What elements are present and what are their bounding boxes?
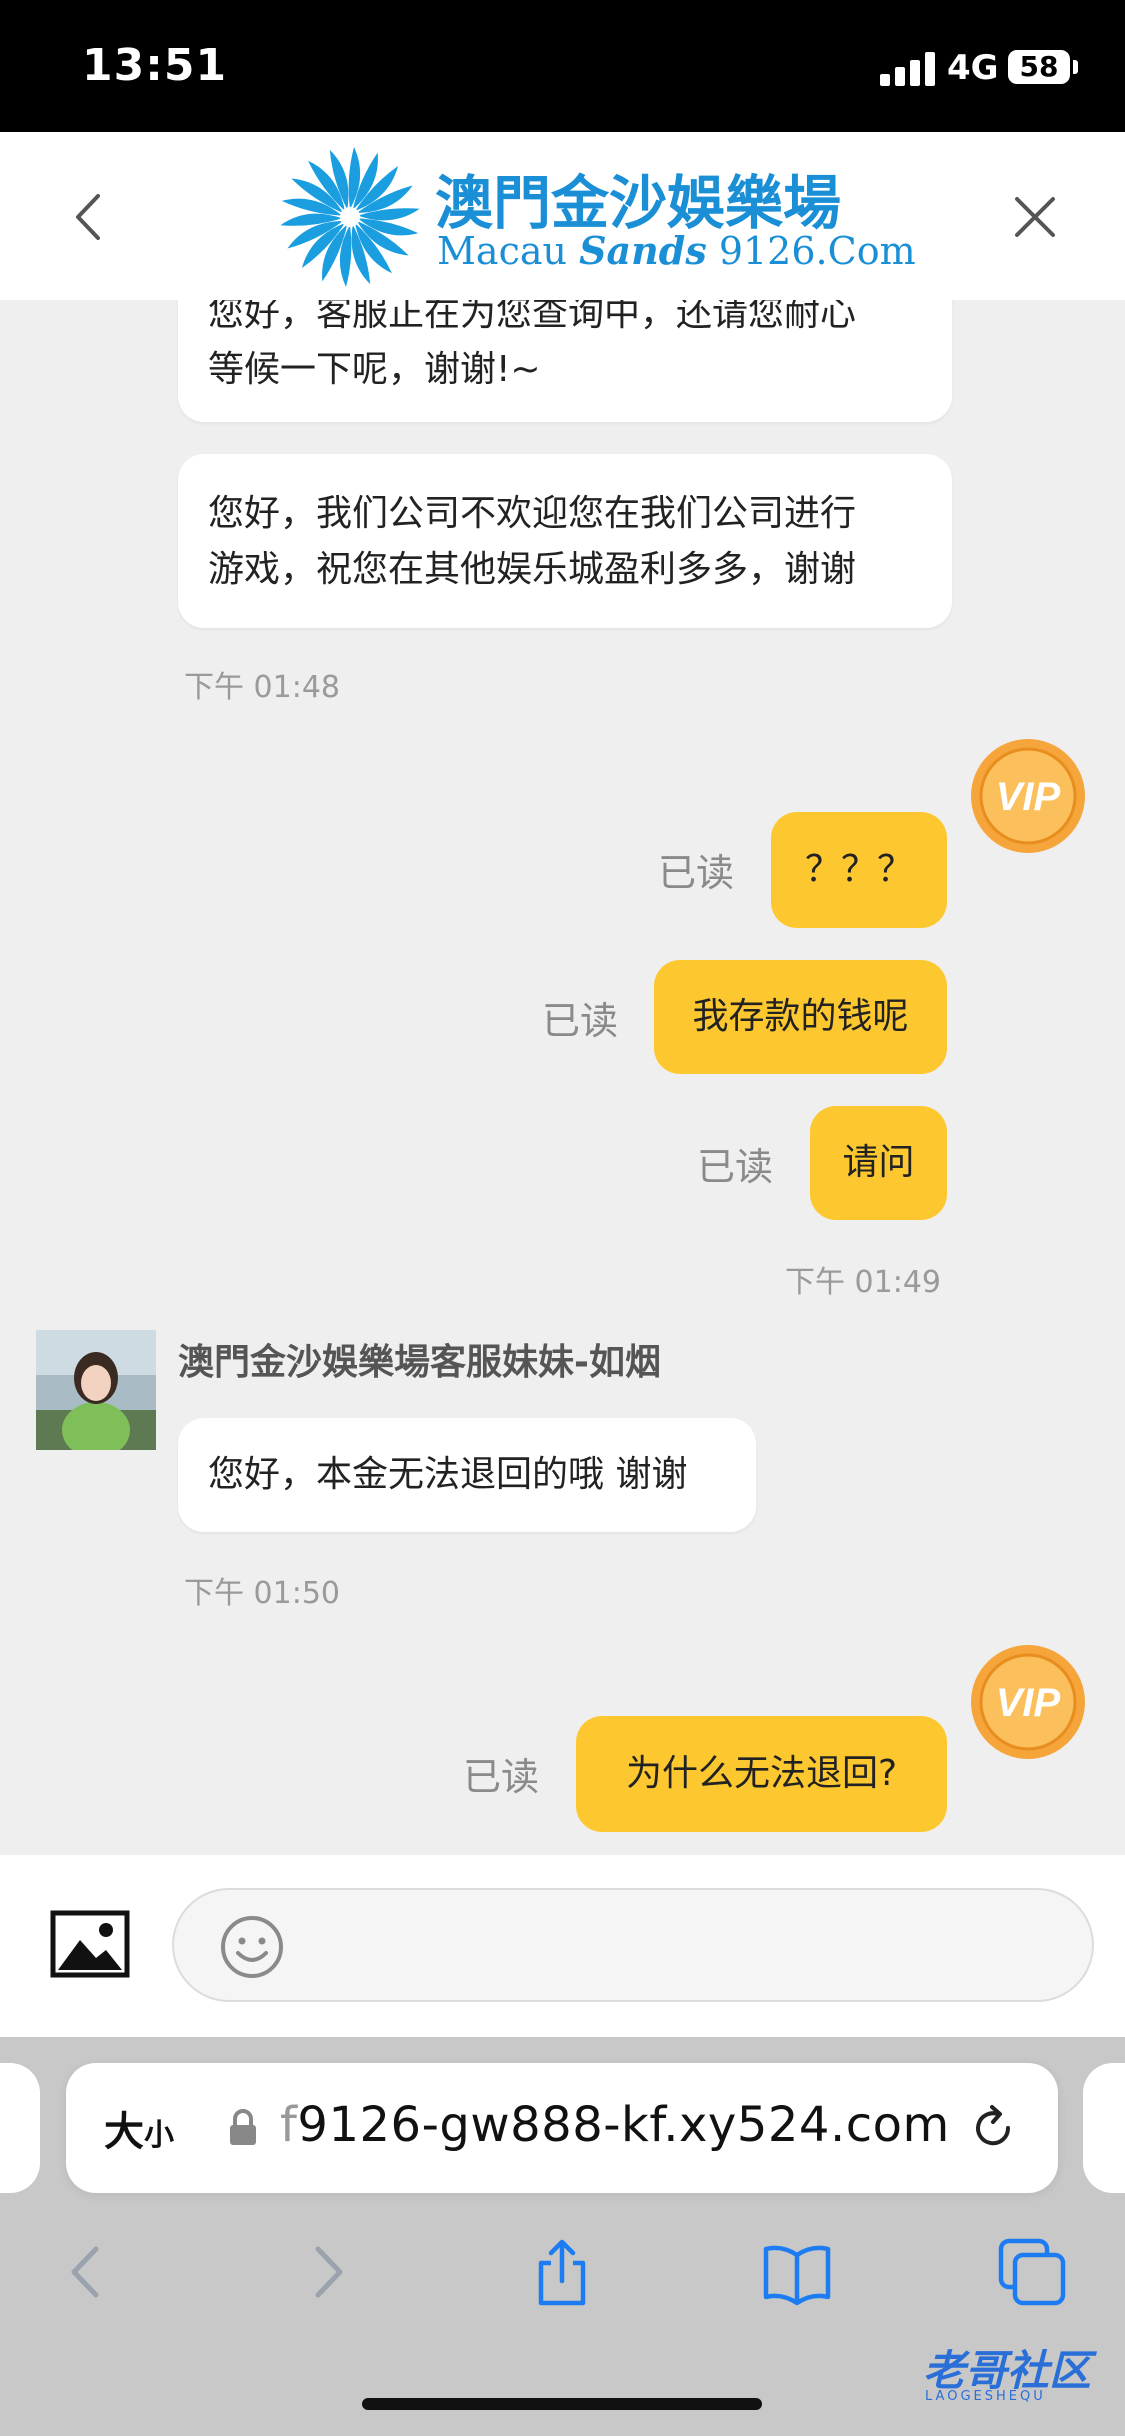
url-domain: 9126-gw888-kf.xy524.com xyxy=(297,2097,950,2153)
previous-tab-peek[interactable] xyxy=(0,2063,40,2193)
url-text: f9126-gw888-kf.xy524.com xyxy=(280,2097,950,2153)
text-size-button[interactable]: 大小 xyxy=(104,2099,174,2157)
signal-icon xyxy=(880,52,935,86)
read-receipt: 已读 xyxy=(542,999,619,1043)
vip-label: VIP xyxy=(996,775,1061,819)
outgoing-message: 请问 xyxy=(810,1106,947,1220)
status-bar: 13:51 4G 58 xyxy=(0,0,1125,132)
message-line: 游戏，祝您在其他娱乐城盈利多多，谢谢 xyxy=(208,549,857,590)
sun-logo-icon xyxy=(280,147,420,287)
read-receipt: 已读 xyxy=(697,1145,774,1189)
logo-sub-brand: Sands xyxy=(579,228,707,273)
message-timestamp: 下午 01:50 xyxy=(184,1576,340,1611)
image-upload-icon[interactable] xyxy=(50,1910,130,1978)
watermark-subtext: LAOGESHEQU xyxy=(925,2389,1046,2404)
message-line: 您好，客服正在为您查询中，还请您耐心 xyxy=(208,300,857,334)
read-receipt: 已读 xyxy=(463,1755,540,1799)
status-time: 13:51 xyxy=(82,40,228,91)
address-bar[interactable]: 大小 f9126-gw888-kf.xy524.com xyxy=(66,2063,1058,2193)
watermark-logo: 老哥社区 LAOGESHEQU xyxy=(885,2335,1115,2425)
agent-name: 澳門金沙娛樂場客服妹妹-如烟 xyxy=(178,1342,661,1383)
outgoing-message: ？？？ xyxy=(771,812,947,928)
battery-tip xyxy=(1073,60,1078,74)
message-input-bar xyxy=(0,1855,1125,2037)
back-icon[interactable] xyxy=(52,2237,122,2307)
incoming-message: 您好，客服正在为您查询中，还请您耐心 等候一下呢，谢谢!~ xyxy=(178,300,952,422)
emoji-icon[interactable] xyxy=(219,1914,285,1980)
text-size-big: 大 xyxy=(104,2109,144,2155)
lock-icon xyxy=(230,2109,256,2145)
bookmarks-icon[interactable] xyxy=(762,2237,832,2307)
vip-avatar-icon: VIP xyxy=(971,739,1085,853)
incoming-message: 您好，本金无法退回的哦 谢谢 xyxy=(178,1418,756,1532)
agent-avatar[interactable] xyxy=(36,1330,156,1450)
text-size-small: 小 xyxy=(144,2118,174,2153)
chat-header: 澳門金沙娛樂場 Macau Sands 9126.Com xyxy=(0,132,1125,300)
reload-icon[interactable] xyxy=(966,2101,1020,2155)
casino-logo: 澳門金沙娛樂場 Macau Sands 9126.Com xyxy=(275,142,916,292)
message-line: 您好，我们公司不欢迎您在我们公司进行 xyxy=(208,493,857,534)
logo-sub-suffix: 9126.Com xyxy=(718,229,916,273)
message-timestamp: 下午 01:48 xyxy=(184,670,340,705)
home-indicator xyxy=(362,2398,762,2410)
outgoing-message: 我存款的钱呢 xyxy=(654,960,947,1074)
chat-messages[interactable]: 您好，客服正在为您查询中，还请您耐心 等候一下呢，谢谢!~ 您好，我们公司不欢迎… xyxy=(0,300,1125,1855)
logo-sub-prefix: Macau xyxy=(437,229,567,273)
read-receipt: 已读 xyxy=(658,851,735,895)
forward-icon[interactable] xyxy=(292,2237,362,2307)
next-tab-peek[interactable] xyxy=(1083,2063,1125,2193)
message-input[interactable] xyxy=(172,1888,1094,2002)
outgoing-message: 为什么无法退回? xyxy=(576,1716,947,1832)
battery-icon: 58 xyxy=(1008,50,1070,84)
logo-subtitle: Macau Sands 9126.Com xyxy=(437,228,916,273)
incoming-message: 您好，我们公司不欢迎您在我们公司进行 游戏，祝您在其他娱乐城盈利多多，谢谢 xyxy=(178,454,952,628)
agent-photo xyxy=(36,1330,156,1450)
url-prefix: f xyxy=(280,2097,298,2153)
vip-avatar-icon: VIP xyxy=(971,1645,1085,1759)
tabs-icon[interactable] xyxy=(997,2237,1067,2307)
back-chevron-icon[interactable] xyxy=(60,182,120,252)
message-timestamp: 下午 01:49 xyxy=(785,1265,941,1300)
message-line: 等候一下呢，谢谢!~ xyxy=(208,349,541,390)
vip-label: VIP xyxy=(996,1681,1061,1725)
share-icon[interactable] xyxy=(527,2237,597,2307)
network-type: 4G xyxy=(947,48,999,88)
close-icon[interactable] xyxy=(1005,182,1065,252)
